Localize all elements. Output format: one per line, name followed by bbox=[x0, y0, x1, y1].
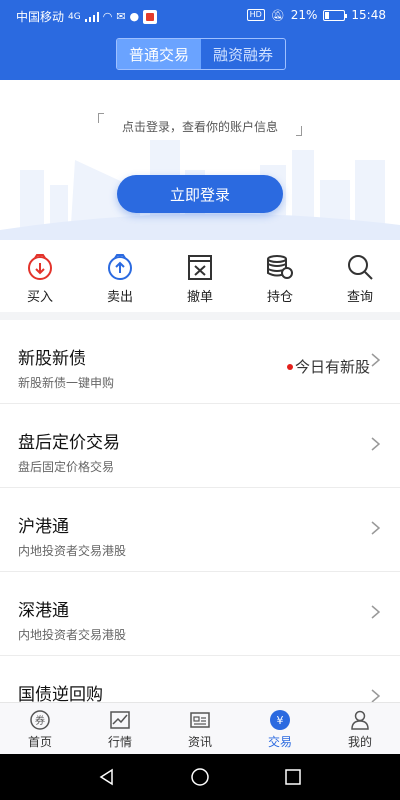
chevron-right-icon bbox=[371, 521, 380, 535]
tab-home-label: 首页 bbox=[27, 735, 52, 749]
chevron-right-icon bbox=[371, 689, 380, 702]
action-sell[interactable]: 卖出 bbox=[80, 240, 160, 312]
list-item-shenzhen-hk[interactable]: 深港通 内地投资者交易港股 bbox=[0, 572, 400, 656]
login-button[interactable]: 立即登录 bbox=[117, 175, 283, 213]
sell-icon bbox=[108, 254, 132, 280]
tab-market-label: 行情 bbox=[107, 735, 132, 749]
tab-margin-trade[interactable]: 融资融券 bbox=[201, 39, 285, 69]
chevron-right-icon bbox=[371, 437, 380, 451]
action-cancel-order[interactable]: 撤单 bbox=[160, 240, 240, 312]
trade-type-switch: 普通交易 融资融券 bbox=[116, 38, 286, 70]
home-button-icon[interactable] bbox=[190, 767, 210, 787]
tab-news-label: 资讯 bbox=[187, 735, 212, 749]
chevron-right-icon bbox=[371, 605, 380, 619]
list-item-subtitle: 盘后固定价格交易 bbox=[18, 460, 115, 474]
trade-icon: ¥ bbox=[270, 710, 290, 730]
mute-icon: 🔕︎ bbox=[270, 8, 285, 22]
recent-apps-icon[interactable] bbox=[283, 767, 303, 787]
section-divider bbox=[0, 312, 400, 320]
list-item-title: 盘后定价交易 bbox=[18, 433, 120, 453]
chevron-right-icon bbox=[371, 353, 380, 367]
list-item-shanghai-hk[interactable]: 沪港通 内地投资者交易港股 bbox=[0, 488, 400, 572]
new-ipo-badge: 今日有新股 bbox=[286, 356, 370, 377]
app-notification-icon bbox=[143, 9, 158, 24]
action-buy[interactable]: 买入 bbox=[0, 240, 80, 312]
action-query[interactable]: 查询 bbox=[320, 240, 400, 312]
login-hint[interactable]: 点击登录，查看你的账户信息 bbox=[0, 118, 400, 135]
search-icon bbox=[348, 255, 373, 280]
wechat-icon: ● bbox=[129, 10, 140, 23]
list-item-title: 国债逆回购 bbox=[18, 685, 103, 702]
tab-profile-label: 我的 bbox=[347, 735, 372, 749]
holdings-icon bbox=[267, 255, 293, 279]
system-nav-bar bbox=[0, 754, 400, 800]
action-sell-label: 卖出 bbox=[106, 290, 133, 305]
action-cancel-order-label: 撤单 bbox=[186, 290, 213, 305]
action-query-label: 查询 bbox=[346, 290, 373, 305]
tab-trade[interactable]: ¥ 交易 bbox=[240, 703, 320, 754]
home-icon: 券 bbox=[30, 710, 50, 730]
network-type: 4G bbox=[68, 11, 81, 22]
list-item-subtitle: 内地投资者交易港股 bbox=[18, 544, 127, 558]
new-ipo-text: 今日有新股 bbox=[294, 358, 370, 376]
app-header: 中国移动 4G ◠ ✉ ● HD 🔕︎ 21% 15:48 普通交易 融资融券 bbox=[0, 0, 400, 80]
list-item-title: 新股新债 bbox=[18, 349, 86, 369]
hd-icon: HD bbox=[246, 9, 265, 21]
list-item-ipo[interactable]: 新股新债 新股新债一键申购 今日有新股 bbox=[0, 320, 400, 404]
tab-news[interactable]: 资讯 bbox=[160, 703, 240, 754]
tab-normal-trade[interactable]: 普通交易 bbox=[117, 39, 201, 69]
svg-text:¥: ¥ bbox=[277, 714, 284, 727]
tab-profile[interactable]: 我的 bbox=[320, 703, 400, 754]
list-item-subtitle: 内地投资者交易港股 bbox=[18, 628, 127, 642]
clock: 15:48 bbox=[351, 8, 386, 22]
svg-text:券: 券 bbox=[35, 714, 45, 727]
market-icon bbox=[110, 711, 130, 729]
notification-icon: ✉ bbox=[116, 10, 126, 23]
action-buy-label: 买入 bbox=[26, 290, 53, 305]
list-item-title: 深港通 bbox=[18, 601, 69, 621]
cancel-order-icon bbox=[188, 255, 212, 280]
buy-icon bbox=[28, 254, 52, 280]
news-icon bbox=[190, 712, 210, 728]
tab-home[interactable]: 券 首页 bbox=[0, 703, 80, 754]
alert-dot bbox=[286, 363, 293, 370]
profile-icon bbox=[351, 710, 369, 730]
action-holdings[interactable]: 持仓 bbox=[240, 240, 320, 312]
tab-market[interactable]: 行情 bbox=[80, 703, 160, 754]
quick-actions: 买入 卖出 撤单 持仓 查询 bbox=[0, 240, 400, 312]
wifi-icon: ◠ bbox=[102, 10, 113, 23]
action-holdings-label: 持仓 bbox=[266, 290, 293, 305]
battery-percent: 21% bbox=[290, 8, 318, 22]
list-item-subtitle: 新股新债一键申购 bbox=[18, 376, 115, 390]
battery-icon bbox=[323, 9, 348, 21]
trade-feature-list: 新股新债 新股新债一键申购 今日有新股 盘后定价交易 盘后固定价格交易 沪港通 … bbox=[0, 320, 400, 702]
tab-trade-label: 交易 bbox=[267, 735, 292, 749]
status-bar: 中国移动 4G ◠ ✉ ● HD 🔕︎ 21% 15:48 bbox=[0, 0, 400, 30]
bottom-tab-bar: 券 首页 行情 资讯 ¥ 交易 我的 bbox=[0, 702, 400, 754]
login-panel: 点击登录，查看你的账户信息 立即登录 bbox=[0, 80, 400, 240]
list-item-title: 沪港通 bbox=[18, 517, 69, 537]
list-item-reverse-repo[interactable]: 国债逆回购 bbox=[0, 656, 400, 702]
carrier-label: 中国移动 bbox=[16, 10, 65, 24]
list-item-after-hours[interactable]: 盘后定价交易 盘后固定价格交易 bbox=[0, 404, 400, 488]
signal-icon bbox=[84, 11, 99, 22]
back-icon[interactable] bbox=[97, 767, 117, 787]
